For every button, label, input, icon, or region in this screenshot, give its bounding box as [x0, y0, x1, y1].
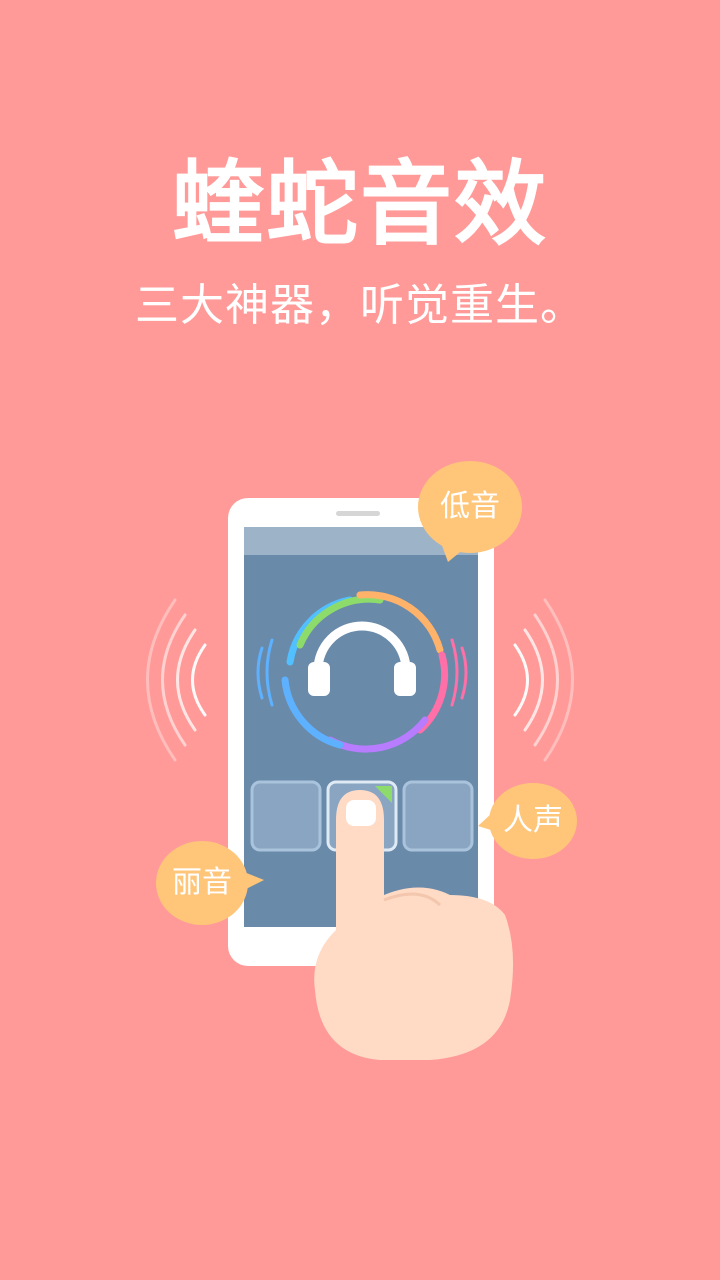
sound-effect-illustration [146, 461, 577, 1060]
bubble-bass-label: 低音 [440, 489, 500, 524]
bubble-voice-label: 人声 [503, 803, 563, 838]
right-sound-waves-icon [513, 598, 574, 762]
bubble-clear-label: 丽音 [172, 865, 232, 900]
left-sound-waves-icon [146, 598, 207, 762]
